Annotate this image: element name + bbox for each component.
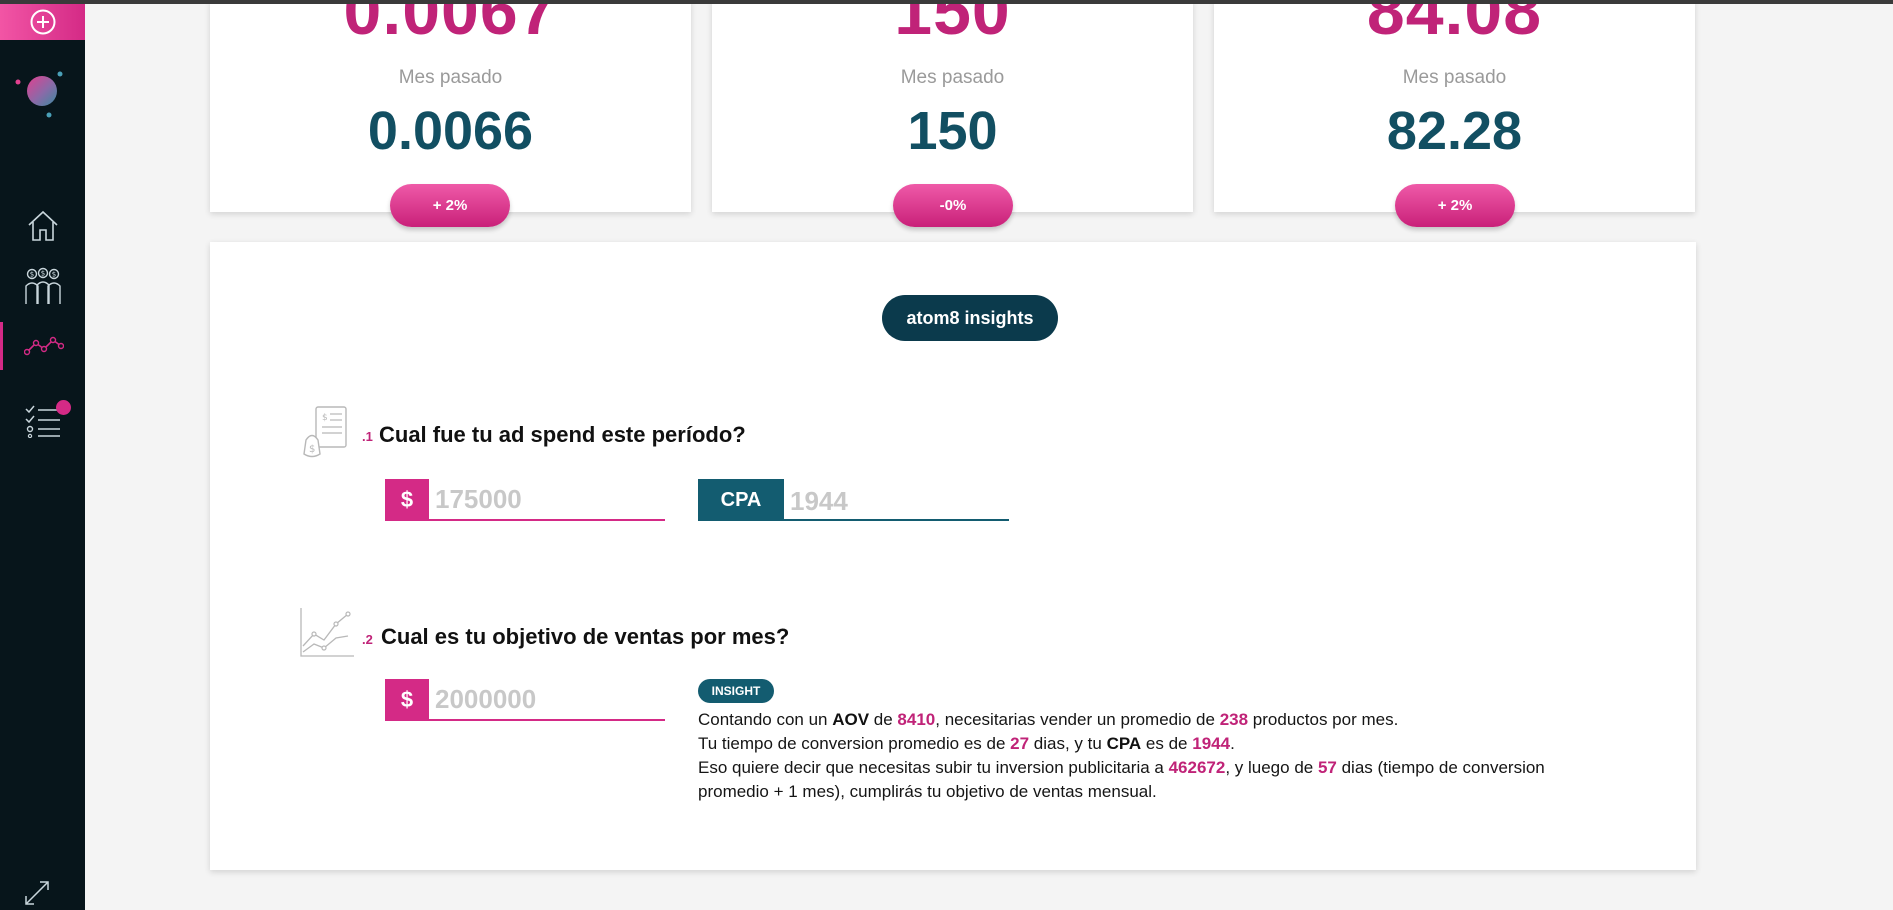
expand-icon[interactable] xyxy=(22,878,52,908)
previous-month-label: Mes pasado xyxy=(900,67,1005,88)
insights-panel: atom8 insights $ $ .1 Cual fue tu ad spe… xyxy=(210,242,1696,870)
previous-month-label: Mes pasado xyxy=(1402,67,1507,88)
stat-card-2: 150 Mes pasado 150 xyxy=(712,0,1193,212)
previous-month-value: 150 xyxy=(907,101,998,161)
conversion-days-value: 27 xyxy=(1010,734,1030,753)
cpa-label: CPA xyxy=(1106,734,1142,753)
svg-text:$: $ xyxy=(40,270,44,278)
previous-month-value: 82.28 xyxy=(1386,101,1523,161)
insight-text-part: es de xyxy=(1141,734,1193,753)
question-sales-goal: Cual es tu objetivo de ventas por mes? xyxy=(381,624,790,649)
sales-goal-input[interactable]: $ 2000000 xyxy=(385,679,665,721)
line-chart-icon xyxy=(300,608,354,657)
cpa-value[interactable]: 1944 xyxy=(784,481,848,521)
atom-logo[interactable] xyxy=(14,70,66,120)
aov-value: 8410 xyxy=(897,710,936,729)
svg-text:$: $ xyxy=(309,444,315,455)
insight-text-part: Contando con un xyxy=(698,710,833,729)
change-badge-1: + 2% xyxy=(390,184,510,227)
insight-badge: INSIGHT xyxy=(698,679,774,703)
top-border xyxy=(0,0,1893,4)
users-money-icon: $ $ $ xyxy=(24,267,61,304)
input-underline xyxy=(698,519,1009,521)
question-number: .2 xyxy=(362,632,373,647)
cpa-input[interactable]: CPA 1944 xyxy=(698,479,1009,521)
insight-text-part: de xyxy=(869,710,898,729)
trend-line-icon xyxy=(24,336,64,356)
insight-text-part: Tu tiempo de conversion promedio es de xyxy=(698,734,1011,753)
currency-prefix: $ xyxy=(385,679,429,721)
nav-clients[interactable]: $ $ $ xyxy=(0,262,85,310)
question-number: .1 xyxy=(362,429,373,444)
notification-dot xyxy=(56,400,71,415)
svg-text:$: $ xyxy=(51,271,55,279)
insight-paragraph: Contando con un AOV de 8410, necesitaria… xyxy=(698,708,1598,804)
home-icon xyxy=(27,210,58,241)
insight-text-part: Eso quiere decir que necesitas subir tu … xyxy=(698,758,1169,777)
nav-trends[interactable] xyxy=(0,322,85,370)
aov-label: AOV xyxy=(832,710,870,729)
current-value: 84.08 xyxy=(1366,0,1543,49)
stat-card-3: 84.08 Mes pasado 82.28 xyxy=(1214,0,1695,212)
adspend-input[interactable]: $ 175000 xyxy=(385,479,665,521)
plus-circle-icon xyxy=(30,9,55,35)
nav-tasks[interactable] xyxy=(0,396,85,444)
cpa-value-text: 1944 xyxy=(1192,734,1231,753)
insight-text-part: , y luego de xyxy=(1225,758,1318,777)
insights-title-button[interactable]: atom8 insights xyxy=(882,295,1058,341)
current-value: 150 xyxy=(894,0,1011,49)
previous-month-value: 0.0066 xyxy=(367,101,534,161)
invoice-money-icon: $ $ xyxy=(303,406,347,458)
change-badge-2: -0% xyxy=(893,184,1013,227)
input-underline xyxy=(385,719,665,721)
insight-text-part: , necesitarias vender un promedio de xyxy=(935,710,1220,729)
insight-text-part: dias, y tu xyxy=(1029,734,1107,753)
current-value: 0.0067 xyxy=(343,0,558,49)
total-days-value: 57 xyxy=(1317,758,1337,777)
sidebar: $ $ $ xyxy=(0,0,85,910)
add-button[interactable] xyxy=(0,4,85,40)
svg-text:$: $ xyxy=(322,413,328,423)
products-value: 238 xyxy=(1219,710,1249,729)
sales-goal-value[interactable]: 2000000 xyxy=(429,679,536,719)
nav-home[interactable] xyxy=(0,202,85,250)
currency-prefix: $ xyxy=(385,479,429,521)
input-underline xyxy=(385,519,665,521)
stat-card-1: 0.0067 Mes pasado 0.0066 xyxy=(210,0,691,212)
previous-month-label: Mes pasado xyxy=(398,67,503,88)
adspend-value[interactable]: 175000 xyxy=(429,479,522,519)
question-adspend: Cual fue tu ad spend este período? xyxy=(379,422,746,447)
cpa-prefix: CPA xyxy=(698,479,784,521)
svg-text:$: $ xyxy=(29,271,33,279)
investment-value: 462672 xyxy=(1168,758,1226,777)
insight-text-part: . xyxy=(1230,734,1235,753)
change-badge-3: + 2% xyxy=(1395,184,1515,227)
insight-text-part: productos por mes. xyxy=(1248,710,1399,729)
